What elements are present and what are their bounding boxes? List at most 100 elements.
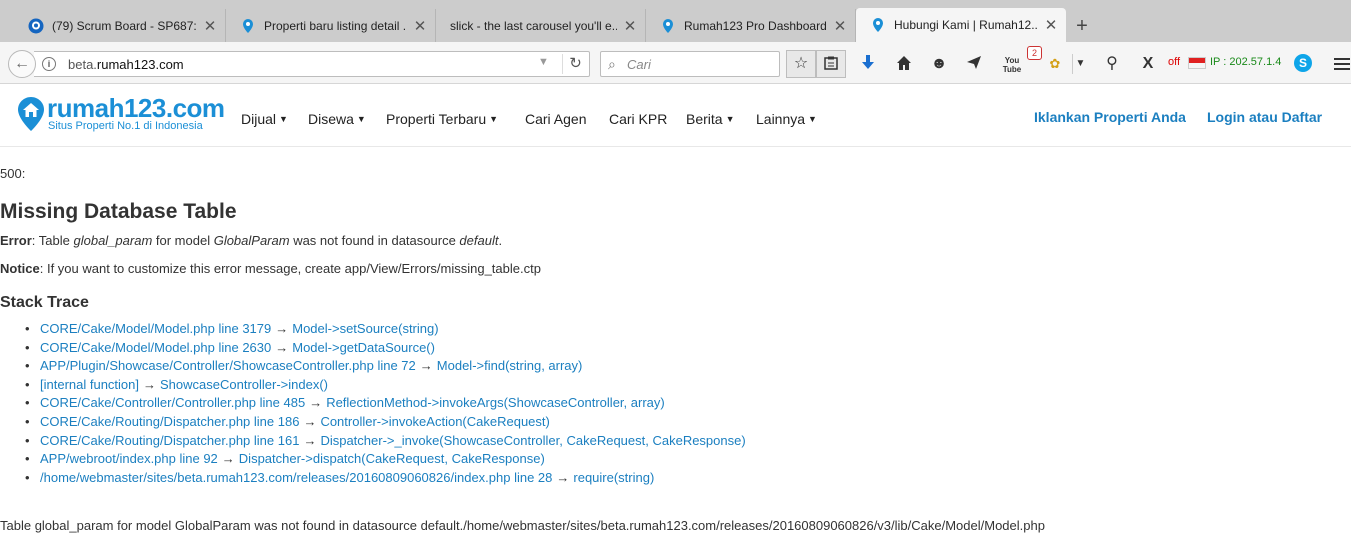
frame-call-link[interactable]: Dispatcher->_invoke(ShowcaseController, …: [320, 433, 745, 448]
proxy-status[interactable]: off: [1168, 56, 1180, 68]
nav-label: Cari KPR: [609, 111, 668, 127]
nav-label: Properti Terbaru: [386, 111, 487, 127]
nav-item-cari-kpr[interactable]: Cari KPR: [609, 111, 667, 127]
frame-file-link[interactable]: [internal function]: [40, 377, 139, 392]
notification-badge: 2: [1027, 46, 1042, 60]
send-button[interactable]: [964, 54, 984, 74]
error-text: Table: [38, 233, 74, 248]
download-button[interactable]: [858, 54, 878, 74]
close-icon[interactable]: ✕: [833, 17, 847, 35]
frame-file-link[interactable]: CORE/Cake/Routing/Dispatcher.php line 18…: [40, 414, 299, 429]
arrow-left-icon: ←: [14, 55, 30, 72]
caret-down-icon: ▼: [356, 114, 366, 124]
search-input[interactable]: ⌕ Cari: [600, 51, 780, 77]
download-arrow-icon: [862, 55, 874, 69]
extension-dropdown[interactable]: ▼: [1072, 54, 1088, 74]
x-extension[interactable]: X: [1139, 54, 1157, 74]
stack-frame: CORE/Cake/Routing/Dispatcher.php line 16…: [25, 433, 746, 452]
frame-call-link[interactable]: require(string): [573, 470, 654, 485]
browser-tab-4[interactable]: Rumah123 Pro Dashboard... ✕: [646, 9, 856, 42]
stack-frame: [internal function] →ShowcaseController->…: [25, 377, 746, 396]
browser-tab-2[interactable]: Properti baru listing detail ... ✕: [226, 9, 436, 42]
error-model-name: GlobalParam: [213, 233, 290, 248]
frame-call-link[interactable]: Model->find(string, array): [437, 358, 583, 373]
arrow-right-icon: →: [143, 376, 157, 392]
tab-title: Hubungi Kami | Rumah12...: [894, 18, 1038, 32]
nav-item-lainnya[interactable]: Lainnya ▼: [756, 111, 817, 127]
frame-call-link[interactable]: Model->setSource(string): [292, 321, 438, 336]
nav-item-disewa[interactable]: Disewa ▼: [308, 111, 366, 127]
frame-file-link[interactable]: CORE/Cake/Model/Model.php line 3179: [40, 321, 271, 336]
nav-item-dijual[interactable]: Dijual ▼: [241, 111, 288, 127]
error-label: Error: [0, 233, 32, 248]
close-icon[interactable]: ✕: [413, 17, 427, 35]
close-icon[interactable]: ✕: [623, 17, 637, 35]
browser-tab-active[interactable]: Hubungi Kami | Rumah12... ✕: [856, 8, 1066, 42]
stack-frame: APP/Plugin/Showcase/Controller/ShowcaseC…: [25, 358, 746, 377]
home-button[interactable]: [893, 54, 915, 74]
location-pin-icon: [873, 18, 883, 32]
caret-down-icon: ▼: [279, 114, 288, 124]
arrow-right-icon: →: [309, 395, 323, 411]
skype-icon[interactable]: S: [1294, 54, 1312, 72]
address-bar[interactable]: i beta.rumah123.com ▼ ↻: [34, 51, 590, 77]
emoji-button[interactable]: ☻: [929, 54, 949, 74]
stack-frame: CORE/Cake/Routing/Dispatcher.php line 18…: [25, 414, 746, 433]
smiley-icon: ☻: [930, 55, 948, 72]
x-icon: X: [1142, 55, 1154, 72]
star-icon: ☆: [793, 55, 809, 72]
url-host: rumah123.com: [96, 57, 184, 72]
stack-frame: APP/webroot/index.php line 92→ Dispatcher…: [25, 451, 746, 470]
reading-list-button[interactable]: [816, 50, 846, 78]
bookmark-star-button[interactable]: ☆: [786, 50, 816, 78]
frame-file-link[interactable]: APP/webroot/index.php line 92: [40, 451, 218, 466]
search-placeholder: Cari: [627, 57, 651, 72]
notice-text: If you want to customize this error mess…: [46, 261, 541, 276]
nav-item-properti-terbaru[interactable]: Properti Terbaru ▼: [386, 111, 498, 127]
nav-item-berita[interactable]: Berita ▼: [686, 111, 735, 127]
browser-tab-3[interactable]: slick - the last carousel you'll e... ✕: [436, 9, 646, 42]
frame-file-link[interactable]: CORE/Cake/Routing/Dispatcher.php line 16…: [40, 433, 299, 448]
browser-tab-1[interactable]: (79) Scrum Board - SP687: ... ✕: [14, 9, 226, 42]
advertise-property-link[interactable]: Iklankan Properti Anda: [1034, 109, 1186, 125]
login-register-link[interactable]: Login atau Daftar: [1207, 109, 1322, 125]
url-text[interactable]: beta.rumah123.com: [68, 57, 184, 72]
puzzle-icon: ✿: [1049, 56, 1061, 71]
reload-icon[interactable]: ↻: [562, 54, 588, 74]
arrow-right-icon: →: [275, 339, 289, 355]
frame-call-link[interactable]: Dispatcher->dispatch(CakeRequest, CakeRe…: [239, 451, 545, 466]
nav-label: Dijual: [241, 111, 277, 127]
ip-address: IP : 202.57.1.4: [1210, 56, 1282, 68]
frame-file-link[interactable]: APP/Plugin/Showcase/Controller/ShowcaseC…: [40, 358, 416, 373]
pin-extension[interactable]: ⚲: [1103, 54, 1121, 74]
youtube-extension[interactable]: You Tube: [1001, 54, 1023, 74]
new-tab-button[interactable]: +: [1072, 14, 1092, 38]
frame-call-link[interactable]: Controller->invokeAction(CakeRequest): [320, 414, 549, 429]
frame-call-link[interactable]: ShowcaseController->index(): [160, 377, 328, 392]
tab-title: (79) Scrum Board - SP687: ...: [52, 18, 197, 33]
frame-file-link[interactable]: /home/webmaster/sites/beta.rumah123.com/…: [40, 470, 552, 485]
caret-down-icon: ▼: [489, 114, 499, 124]
raw-error-message: Table global_param for model GlobalParam…: [0, 518, 1045, 533]
site-info-icon[interactable]: i: [42, 57, 56, 71]
close-icon[interactable]: ✕: [203, 17, 217, 35]
url-prefix: beta.: [68, 57, 97, 72]
chevron-down-icon[interactable]: ▼: [538, 56, 549, 68]
extension-button[interactable]: ✿: [1046, 54, 1064, 74]
error-text: for model: [152, 233, 214, 248]
hamburger-menu-icon[interactable]: [1334, 55, 1350, 71]
close-icon[interactable]: ✕: [1044, 16, 1058, 34]
location-pin-icon: [663, 18, 673, 33]
caret-down-icon: ▼: [1075, 58, 1086, 69]
frame-file-link[interactable]: CORE/Cake/Model/Model.php line 2630: [40, 340, 271, 355]
paper-plane-icon: [967, 56, 981, 69]
nav-item-cari-agen[interactable]: Cari Agen: [525, 111, 586, 127]
logo-tagline: Situs Properti No.1 di Indonesia: [48, 120, 203, 132]
nav-label: Berita: [686, 111, 723, 127]
back-button[interactable]: ←: [8, 50, 36, 78]
frame-file-link[interactable]: CORE/Cake/Controller/Controller.php line…: [40, 395, 305, 410]
frame-call-link[interactable]: ReflectionMethod->invokeArgs(ShowcaseCon…: [326, 395, 665, 410]
notice-label: Notice: [0, 261, 40, 276]
frame-call-link[interactable]: Model->getDataSource(): [292, 340, 435, 355]
stack-frame: CORE/Cake/Controller/Controller.php line…: [25, 395, 746, 414]
